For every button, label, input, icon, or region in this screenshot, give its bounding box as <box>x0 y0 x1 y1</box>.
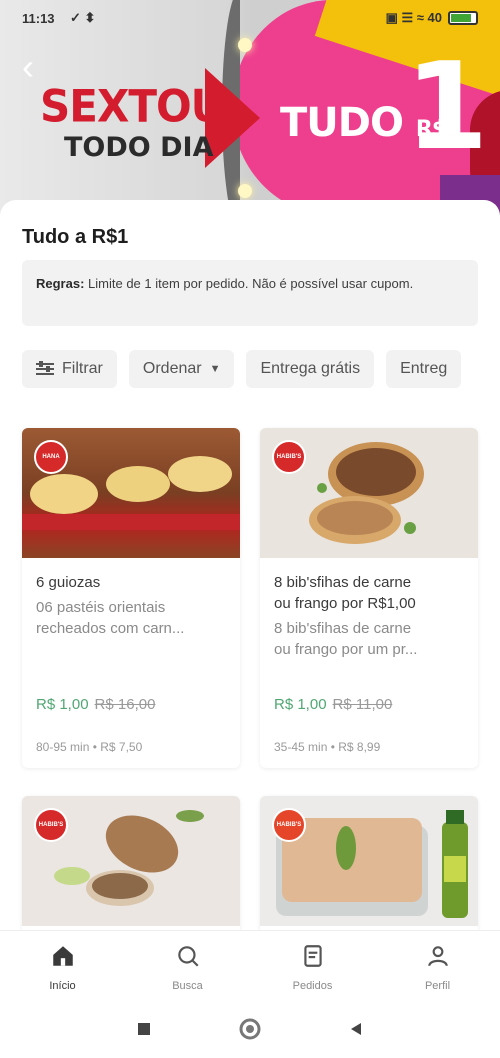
product-card-bibsfihas[interactable]: HABIB'S 8 bib'sfihas de carne ou frango … <box>260 428 478 768</box>
product-image: HABIB'S <box>22 796 240 926</box>
old-price: R$ 11,00 <box>332 696 393 713</box>
nav-orders-label: Pedidos <box>292 980 333 992</box>
light-bulb <box>238 38 252 52</box>
delivery-meta: 80-95 min • R$ 7,50 <box>36 740 143 754</box>
back-chevron-icon[interactable]: ‹ <box>22 49 46 85</box>
filter-label: Filtrar <box>62 360 103 377</box>
price-row: R$ 1,00 R$ 16,00 <box>36 696 155 713</box>
product-name: 8 bib'sfihas de carne ou frango por R$1,… <box>274 572 464 614</box>
banner-subline: TODO DIA <box>64 132 214 163</box>
filter-button[interactable]: Filtrar <box>22 350 117 388</box>
home-icon <box>52 946 73 966</box>
store-badge: HABIB'S <box>34 808 68 842</box>
orders-icon <box>303 945 322 967</box>
delivery-label: Entreg <box>400 360 448 377</box>
product-image: HABIB'S <box>260 428 478 558</box>
name-line: 8 bib'sfihas de carne <box>274 574 412 591</box>
store-badge: HABIB'S <box>272 808 306 842</box>
product-image: HANA <box>22 428 240 558</box>
rules-label: Regras: <box>36 276 85 291</box>
description-line: 06 pastéis orientais <box>36 599 166 616</box>
sort-button[interactable]: Ordenar ▼ <box>128 350 235 388</box>
banner-headline: SEXTOU <box>40 80 225 133</box>
system-nav-bar <box>0 1000 500 1058</box>
sliders-icon <box>36 361 54 376</box>
sort-label: Ordenar <box>142 360 202 377</box>
rules-text: Limite de 1 item por pedido. Não é possí… <box>84 276 414 291</box>
product-price: R$ 1,00 <box>36 696 89 713</box>
page-title: Tudo a R$1 <box>22 226 129 248</box>
battery-icon <box>448 11 478 25</box>
search-icon <box>177 946 199 967</box>
price-row: R$ 1,00 R$ 11,00 <box>274 696 392 713</box>
delivery-chip[interactable]: Entreg <box>386 350 462 388</box>
filter-chips: Filtrar Ordenar ▼ Entrega grátis Entreg <box>22 350 462 388</box>
offer-prefix-text: TUDO <box>280 100 404 146</box>
nav-home[interactable]: Início <box>8 931 118 1000</box>
status-left-icons: ✓ ⬍ <box>70 10 96 25</box>
nav-profile-label: Perfil <box>424 980 451 992</box>
free-delivery-chip[interactable]: Entrega grátis <box>246 350 375 388</box>
old-price: R$ 16,00 <box>94 696 156 713</box>
product-description: 06 pastéis orientais recheados com carn.… <box>36 597 226 639</box>
product-card-guiozas[interactable]: HANA 6 guiozas 06 pastéis orientais rech… <box>22 428 240 768</box>
free-delivery-label: Entrega grátis <box>260 360 361 377</box>
product-image: HABIB'S <box>260 796 478 926</box>
product-description: 8 bib'sfihas de carne ou frango por um p… <box>274 618 464 660</box>
chevron-down-icon: ▼ <box>209 363 221 375</box>
status-time: 11:13 <box>22 11 55 26</box>
product-price: R$ 1,00 <box>274 696 327 713</box>
description-line: ou frango por um pr... <box>274 641 418 658</box>
banner-offer-value: 1 <box>405 38 489 177</box>
nav-home-label: Início <box>49 980 76 992</box>
triangle-back-icon[interactable] <box>348 1021 364 1037</box>
delivery-meta: 35-45 min • R$ 8,99 <box>274 740 381 754</box>
product-name: 6 guiozas <box>36 574 101 591</box>
square-icon[interactable] <box>136 1021 152 1037</box>
bottom-nav: Início Busca Pedidos Perfil <box>0 930 500 1000</box>
nav-search-label: Busca <box>172 980 203 992</box>
circle-icon[interactable] <box>238 1017 262 1041</box>
nav-profile[interactable]: Perfil <box>383 931 493 1000</box>
status-right-icons: ▣ ☰ ≈ 40 <box>386 10 478 26</box>
nav-search[interactable]: Busca <box>133 931 243 1000</box>
description-line: recheados com carn... <box>36 620 185 637</box>
rules-box: Regras: Limite de 1 item por pedido. Não… <box>22 260 478 326</box>
store-badge: HANA <box>34 440 68 474</box>
light-bulb <box>238 184 252 198</box>
status-signal-icons: ▣ ☰ ≈ 40 <box>385 10 442 25</box>
product-card-4[interactable]: HABIB'S <box>260 796 478 930</box>
nav-orders[interactable]: Pedidos <box>258 931 368 1000</box>
status-bar: 11:13 ✓ ⬍ ▣ ☰ ≈ 40 <box>0 0 500 34</box>
name-line: ou frango por R$1,00 <box>274 595 416 612</box>
store-badge: HABIB'S <box>272 440 306 474</box>
description-line: 8 bib'sfihas de carne <box>274 620 412 637</box>
profile-icon <box>427 946 448 967</box>
offers-sheet: Tudo a R$1 Regras: Limite de 1 item por … <box>0 200 500 930</box>
product-card-3[interactable]: HABIB'S <box>22 796 240 930</box>
